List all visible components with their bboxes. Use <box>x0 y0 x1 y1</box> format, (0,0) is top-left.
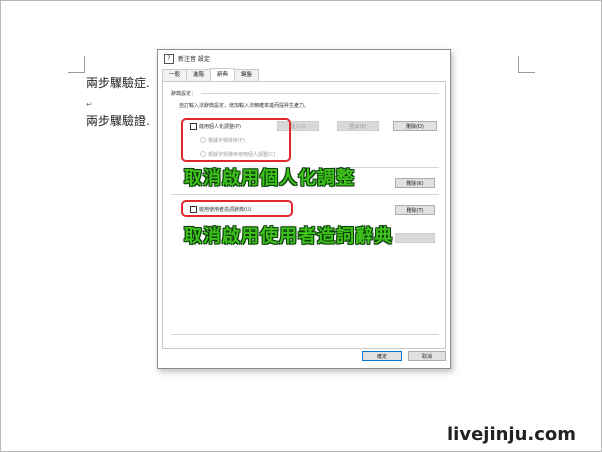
delete-group2-button[interactable]: 刪除(K) <box>395 178 435 188</box>
site-watermark: livejinju.com <box>447 424 577 445</box>
group-divider-2 <box>171 194 439 195</box>
document-line-1: 兩步驟驗症. <box>86 76 150 90</box>
delete-personal-button[interactable]: 刪除(D) <box>393 121 437 131</box>
panel-bottom-divider <box>171 334 439 335</box>
tab-keyboard[interactable]: 鍵盤 <box>234 69 260 81</box>
section-divider <box>201 93 439 94</box>
overlay-caption-personalization: 取消啟用個人化調整 <box>184 168 355 189</box>
tab-advanced[interactable]: 進階 <box>186 69 212 81</box>
export-button[interactable]: 匯出(E) <box>337 121 379 131</box>
help-icon[interactable]: ? <box>164 53 174 64</box>
page-corner-mark-left <box>68 56 85 73</box>
page-corner-mark-right <box>518 56 535 73</box>
dialog-title: 新注音 設定 <box>178 56 210 63</box>
section-description: 自訂輸入法辭典設定，增加輸入法精確率進而提昇生產力。 <box>179 103 310 109</box>
highlight-box-personalization <box>181 118 291 162</box>
section-title: 辭典設定： <box>171 91 197 97</box>
dialog-titlebar[interactable]: ? 新注音 設定 <box>158 50 450 67</box>
disabled-button <box>395 233 435 243</box>
tab-strip: 一般 進階 辭典 鍵盤 <box>162 68 260 81</box>
overlay-caption-user-dictionary: 取消啟用使用者造詞辭典 <box>184 226 393 247</box>
document-line-2: 兩步驟驗證. <box>86 114 150 128</box>
cancel-button[interactable]: 取消 <box>408 351 446 361</box>
ok-button[interactable]: 確定 <box>362 351 402 361</box>
paragraph-mark: ↵ <box>86 100 93 109</box>
delete-user-dictionary-button[interactable]: 刪除(T) <box>395 205 435 215</box>
tab-general[interactable]: 一般 <box>162 69 188 81</box>
highlight-box-user-dictionary <box>181 200 293 217</box>
tab-dictionary[interactable]: 辭典 <box>210 68 236 81</box>
